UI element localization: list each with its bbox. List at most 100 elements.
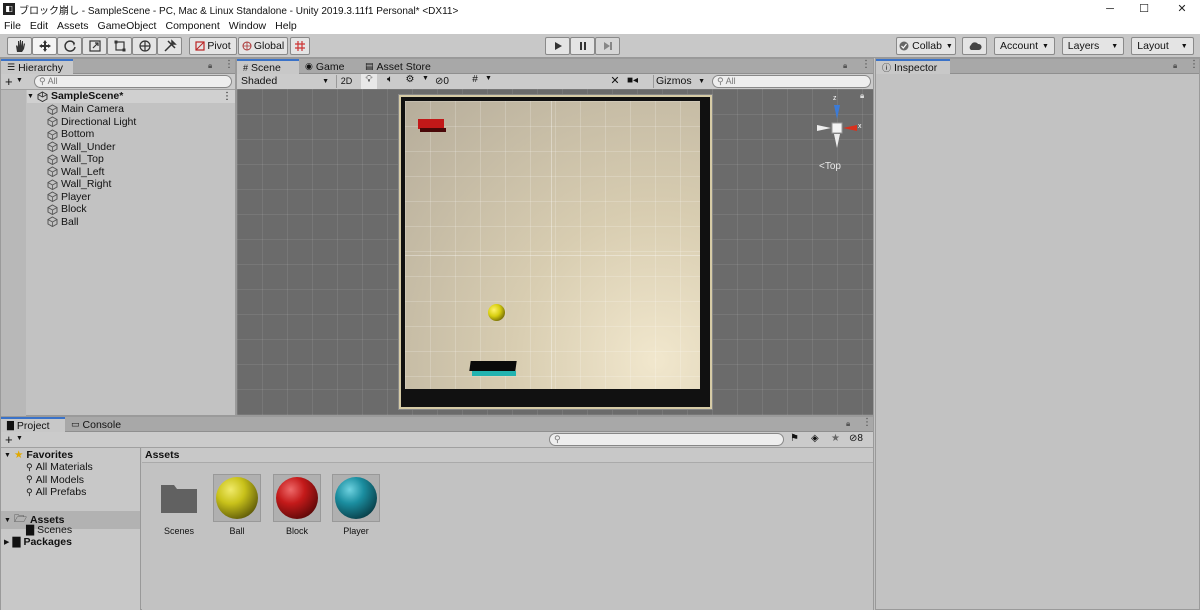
tab-scene[interactable]: # Scene	[237, 59, 299, 74]
camera-dropdown[interactable]: ■◂	[627, 75, 649, 86]
asset-player-material[interactable]: Player	[332, 474, 380, 536]
snap-button[interactable]	[290, 37, 310, 55]
hidden-objects-toggle[interactable]: ⊘0	[435, 75, 463, 88]
step-button[interactable]	[595, 37, 620, 55]
scene-row[interactable]: ▼ SampleScene* ⋮	[27, 90, 235, 103]
transform-tool-button[interactable]	[132, 37, 157, 55]
hierarchy-item[interactable]: Wall_Under	[47, 141, 115, 154]
grid-toggle[interactable]: #	[467, 74, 483, 89]
menu-window[interactable]: Window	[229, 20, 266, 32]
asset-ball-material[interactable]: Ball	[213, 474, 261, 536]
hierarchy-item[interactable]: Player	[47, 191, 91, 204]
favorite-star-icon[interactable]: ★	[831, 433, 840, 444]
gizmo-negx-arrow[interactable]	[817, 125, 831, 131]
close-button[interactable]: ✕	[1164, 0, 1200, 18]
maximize-button[interactable]: ☐	[1126, 0, 1162, 18]
project-search-input[interactable]: ⚲	[549, 433, 784, 446]
kebab-menu-icon[interactable]: ⋮	[861, 59, 871, 70]
foldout-arrow-icon[interactable]: ▼	[4, 452, 11, 459]
menu-help[interactable]: Help	[275, 20, 297, 32]
tab-console[interactable]: ▭ Console	[65, 417, 129, 432]
lock-icon[interactable]: 🔒︎	[843, 61, 847, 71]
2d-toggle[interactable]: 2D	[336, 75, 356, 88]
foldout-arrow-icon[interactable]: ▼	[4, 517, 11, 524]
menu-component[interactable]: Component	[165, 20, 219, 32]
layout-dropdown[interactable]: Layout ▼	[1131, 37, 1194, 55]
chevron-down-icon[interactable]: ▼	[422, 75, 430, 82]
minimize-button[interactable]: ─	[1092, 0, 1128, 18]
create-button[interactable]: +	[5, 74, 13, 89]
pivot-toggle[interactable]: Pivot	[189, 37, 237, 55]
custom-tool-button[interactable]	[157, 37, 182, 55]
favorite-item[interactable]: ⚲ All Prefabs	[26, 486, 86, 498]
effects-dropdown[interactable]: ⚙︎	[402, 74, 418, 89]
shading-mode-dropdown[interactable]: Shaded ▼	[239, 75, 331, 88]
tab-asset-store[interactable]: ▤ Asset Store	[359, 59, 439, 74]
tab-hierarchy[interactable]: ☰ Hierarchy	[1, 59, 73, 74]
global-toggle[interactable]: Global	[238, 37, 288, 55]
breadcrumb[interactable]: Assets	[142, 448, 873, 463]
gizmos-dropdown[interactable]: Gizmos ▼	[653, 75, 705, 88]
scale-tool-button[interactable]	[82, 37, 107, 55]
packages-row[interactable]: ▶ ▇ Packages	[4, 536, 72, 548]
kebab-menu-icon[interactable]: ⋮	[222, 91, 232, 102]
kebab-menu-icon[interactable]: ⋮	[224, 59, 234, 70]
lighting-toggle[interactable]: 💡︎	[361, 74, 377, 89]
filter-by-type-icon[interactable]: ⚑	[790, 433, 799, 444]
filter-by-label-icon[interactable]: ◈	[811, 433, 819, 444]
favorites-row[interactable]: ▼ ★ Favorites	[4, 449, 73, 461]
scenes-folder-row[interactable]: ▇ Scenes	[26, 524, 72, 536]
gizmo-x-arrow[interactable]	[843, 125, 857, 131]
hierarchy-item[interactable]: Directional Light	[47, 116, 136, 129]
asset-block-material[interactable]: Block	[273, 474, 321, 536]
chevron-down-icon[interactable]: ▼	[485, 75, 493, 82]
hidden-packages-toggle[interactable]: ⊘8	[849, 433, 863, 444]
play-button[interactable]	[545, 37, 570, 55]
tab-project[interactable]: ▇ Project	[1, 417, 65, 432]
collab-dropdown[interactable]: Collab ▼	[896, 37, 956, 55]
gizmo-center-cube[interactable]	[831, 122, 843, 134]
rect-tool-button[interactable]	[107, 37, 132, 55]
cloud-button[interactable]	[962, 37, 987, 55]
lock-icon[interactable]: 🔒︎	[1173, 61, 1177, 71]
kebab-menu-icon[interactable]: ⋮	[1189, 59, 1199, 70]
rotate-tool-button[interactable]	[57, 37, 82, 55]
kebab-menu-icon[interactable]: ⋮	[862, 417, 872, 428]
player-object[interactable]	[469, 361, 518, 381]
gizmo-z-arrow[interactable]	[834, 105, 840, 119]
hierarchy-item[interactable]: Wall_Top	[47, 153, 104, 166]
lock-icon[interactable]: 🔒︎	[846, 419, 850, 429]
scene-search-input[interactable]: ⚲ All	[712, 75, 871, 88]
create-button[interactable]: +	[5, 432, 13, 447]
menu-file[interactable]: File	[4, 20, 21, 32]
hierarchy-item[interactable]: Ball	[47, 216, 79, 229]
move-tool-button[interactable]	[32, 37, 57, 55]
hierarchy-item[interactable]: Main Camera	[47, 103, 124, 116]
lock-icon[interactable]: 🔒︎	[860, 91, 864, 101]
view-label[interactable]: <Top	[819, 161, 841, 172]
hierarchy-item[interactable]: Bottom	[47, 128, 94, 141]
tools-toggle[interactable]: ✕	[607, 74, 623, 89]
hierarchy-search-input[interactable]: ⚲ All	[34, 75, 232, 88]
hierarchy-item[interactable]: Wall_Right	[47, 178, 111, 191]
foldout-arrow-icon[interactable]: ▼	[27, 93, 34, 100]
favorite-item[interactable]: ⚲ All Models	[26, 474, 84, 486]
menu-assets[interactable]: Assets	[57, 20, 89, 32]
scene-viewport[interactable]: z x 🔒︎ <Top	[237, 89, 873, 415]
gizmo-negz-arrow[interactable]	[834, 134, 840, 148]
hand-tool-button[interactable]	[7, 37, 32, 55]
chevron-down-icon[interactable]: ▼	[16, 77, 23, 84]
hierarchy-item[interactable]: Wall_Left	[47, 166, 104, 179]
chevron-down-icon[interactable]: ▼	[16, 435, 23, 442]
foldout-arrow-icon[interactable]: ▶	[4, 538, 9, 546]
audio-toggle[interactable]: 🔈︎	[382, 74, 398, 89]
hierarchy-item[interactable]: Block	[47, 203, 87, 216]
favorite-item[interactable]: ⚲ All Materials	[26, 461, 93, 473]
tab-inspector[interactable]: ⓘ Inspector	[876, 59, 950, 74]
asset-scenes-folder[interactable]: Scenes	[155, 474, 203, 536]
lock-icon[interactable]: 🔒︎	[208, 61, 212, 71]
pause-button[interactable]	[570, 37, 595, 55]
block-object[interactable]	[418, 119, 446, 133]
menu-gameobject[interactable]: GameObject	[98, 20, 157, 32]
menu-edit[interactable]: Edit	[30, 20, 48, 32]
